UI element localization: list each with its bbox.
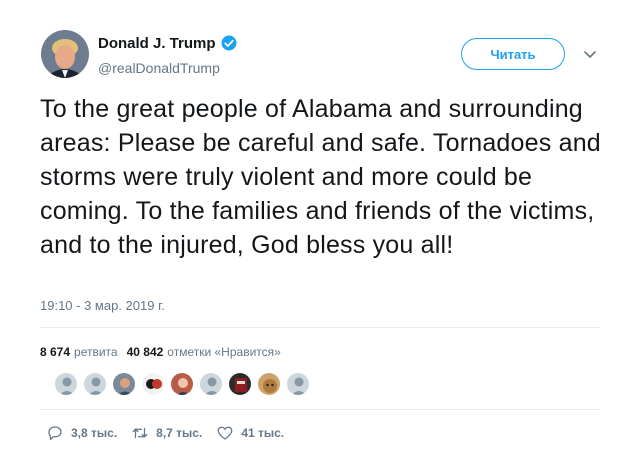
user-avatar-icon	[171, 373, 193, 395]
user-handle[interactable]: @realDonaldTrump	[98, 60, 220, 76]
retweet-icon	[132, 427, 148, 439]
reply-count: 3,8 тыс.	[71, 426, 118, 440]
retweets-count: 8 674	[40, 345, 71, 359]
retweet-count: 8,7 тыс.	[156, 426, 203, 440]
user-avatar-icon	[113, 373, 135, 395]
like-button[interactable]: 41 тыс.	[216, 424, 284, 442]
display-name[interactable]: Donald J. Trump	[98, 35, 216, 52]
likes-label: отметки «Нравится»	[167, 345, 281, 359]
dog-avatar-icon	[258, 373, 280, 395]
chevron-down-icon[interactable]	[582, 46, 598, 62]
avatar-photo-icon	[41, 30, 89, 78]
heart-icon	[217, 426, 233, 440]
default-avatar-icon	[55, 373, 77, 395]
follow-button[interactable]: Читать	[461, 38, 565, 70]
user-avatar-icon	[142, 373, 164, 395]
retweets-stat[interactable]: 8 674 ретвита	[40, 345, 118, 359]
likes-count: 40 842	[126, 345, 164, 359]
reply-button[interactable]: 3,8 тыс.	[46, 424, 117, 442]
tweet-timestamp[interactable]: 19:10 - 3 мар. 2019 г.	[40, 298, 165, 313]
tweet-stats: 8 674 ретвита 40 842 отметки «Нравится»	[40, 345, 290, 359]
tweet-text: To the great people of Alabama and surro…	[40, 95, 601, 259]
liker-avatar[interactable]	[170, 372, 194, 396]
default-avatar-icon	[200, 373, 222, 395]
divider	[40, 409, 600, 410]
user-avatar-icon	[229, 373, 251, 395]
tweet-actions: 3,8 тыс. 8,7 тыс. 41 тыс.	[46, 424, 298, 442]
liker-avatar[interactable]	[54, 372, 78, 396]
liker-avatar[interactable]	[141, 372, 165, 396]
liker-avatar[interactable]	[228, 372, 252, 396]
retweet-button[interactable]: 8,7 тыс.	[131, 424, 202, 442]
likers-avatars	[54, 372, 315, 396]
reply-icon	[48, 426, 62, 441]
name-row: Donald J. Trump	[98, 34, 238, 52]
tweet-card: Donald J. Trump @realDonaldTrump Читать …	[0, 0, 640, 457]
like-count: 41 тыс.	[241, 426, 285, 440]
liker-avatar[interactable]	[199, 372, 223, 396]
liker-avatar[interactable]	[112, 372, 136, 396]
profile-avatar[interactable]	[41, 30, 89, 78]
liker-avatar[interactable]	[83, 372, 107, 396]
retweets-label: ретвита	[74, 345, 118, 359]
likes-stat[interactable]: 40 842 отметки «Нравится»	[127, 345, 281, 359]
default-avatar-icon	[287, 373, 309, 395]
liker-avatar[interactable]	[286, 372, 310, 396]
liker-avatar[interactable]	[257, 372, 281, 396]
verified-badge-icon	[221, 35, 237, 51]
divider	[40, 327, 600, 328]
default-avatar-icon	[84, 373, 106, 395]
